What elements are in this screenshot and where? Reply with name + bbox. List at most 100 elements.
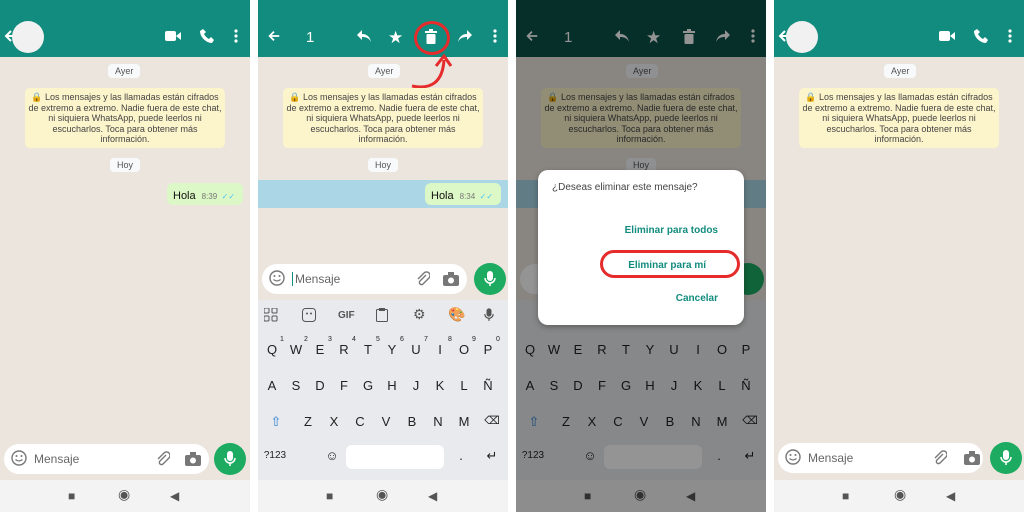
- gif-key[interactable]: GIF: [338, 310, 355, 321]
- key[interactable]: V: [376, 414, 396, 429]
- nav-back-icon[interactable]: ◀: [428, 489, 437, 503]
- key[interactable]: O: [454, 342, 474, 357]
- settings-icon[interactable]: ⚙: [413, 306, 426, 323]
- mic-button[interactable]: [990, 442, 1022, 474]
- screen-chat-initial: Ayer 🔒 Los mensajes y las llamadas están…: [0, 0, 250, 512]
- key[interactable]: X: [324, 414, 344, 429]
- key[interactable]: E: [310, 342, 330, 357]
- emoji-icon[interactable]: [269, 270, 285, 286]
- attach-icon[interactable]: [416, 271, 430, 287]
- key[interactable]: T: [358, 342, 378, 357]
- contact-avatar[interactable]: [12, 21, 44, 53]
- message-bubble[interactable]: Hola 8:34 ✓✓: [425, 183, 501, 205]
- key[interactable]: Q: [262, 342, 282, 357]
- nav-square-icon[interactable]: ■: [68, 489, 75, 503]
- nav-square-icon[interactable]: ■: [842, 489, 849, 503]
- enter-icon[interactable]: ↵: [482, 448, 502, 464]
- apps-icon[interactable]: [263, 307, 278, 325]
- phone-icon[interactable]: [974, 29, 988, 43]
- space-key[interactable]: [346, 445, 444, 469]
- highlight-arrow-icon: [408, 52, 458, 92]
- key[interactable]: C: [350, 414, 370, 429]
- key[interactable]: G: [358, 378, 378, 393]
- mic-button[interactable]: [474, 263, 506, 295]
- cancel-button[interactable]: Cancelar: [676, 293, 718, 304]
- mic-icon: [1000, 450, 1012, 466]
- camera-icon[interactable]: [185, 452, 201, 466]
- nav-circle-icon[interactable]: ◉: [118, 487, 130, 501]
- camera-icon[interactable]: [443, 272, 459, 286]
- forward-icon[interactable]: [458, 30, 472, 42]
- shift-icon[interactable]: ⇧: [266, 414, 286, 430]
- key[interactable]: A: [262, 378, 282, 393]
- input-placeholder: Mensaje: [808, 451, 854, 465]
- nav-back-icon[interactable]: ◀: [170, 489, 179, 503]
- key-digit: 0: [496, 336, 500, 343]
- encryption-notice[interactable]: 🔒 Los mensajes y las llamadas están cifr…: [25, 88, 225, 148]
- key[interactable]: L: [454, 378, 474, 393]
- emoji-icon[interactable]: [785, 449, 801, 465]
- key[interactable]: F: [334, 378, 354, 393]
- more-vert-icon[interactable]: [1008, 29, 1012, 43]
- chat-header: [0, 0, 250, 57]
- video-call-icon[interactable]: [165, 30, 181, 42]
- key[interactable]: P: [478, 342, 498, 357]
- backspace-icon[interactable]: ⌫: [482, 414, 502, 427]
- system-nav-bar: ■ ◉ ◀: [0, 480, 250, 512]
- more-vert-icon[interactable]: [493, 29, 497, 43]
- date-chip-today: Hoy: [110, 158, 141, 172]
- message-input[interactable]: Mensaje: [262, 264, 467, 294]
- key[interactable]: S: [286, 378, 306, 393]
- symbols-toggle-key[interactable]: ?123: [260, 450, 290, 461]
- date-chip-yesterday: Ayer: [368, 64, 401, 78]
- read-ticks: ✓✓: [479, 192, 494, 201]
- message-text: Hola: [173, 190, 196, 202]
- key[interactable]: M: [454, 414, 474, 429]
- camera-icon[interactable]: [964, 451, 980, 465]
- attach-icon[interactable]: [156, 451, 170, 467]
- keyboard-mic-icon[interactable]: [484, 308, 494, 325]
- key[interactable]: Ñ: [478, 378, 498, 393]
- key[interactable]: N: [428, 414, 448, 429]
- key[interactable]: U: [406, 342, 426, 357]
- key[interactable]: Z: [298, 414, 318, 429]
- contact-avatar[interactable]: [786, 21, 818, 53]
- message-input[interactable]: Mensaje: [4, 444, 209, 474]
- nav-back-icon[interactable]: ◀: [946, 489, 955, 503]
- key[interactable]: J: [406, 378, 426, 393]
- key[interactable]: R: [334, 342, 354, 357]
- key[interactable]: Y: [382, 342, 402, 357]
- clipboard-icon[interactable]: [376, 308, 388, 325]
- message-bubble[interactable]: Hola 8:39 ✓✓: [167, 183, 243, 205]
- delete-highlight-ring: [414, 21, 450, 55]
- attach-icon[interactable]: [933, 450, 947, 466]
- reply-icon[interactable]: [357, 30, 371, 42]
- key[interactable]: H: [382, 378, 402, 393]
- mic-button[interactable]: [214, 443, 246, 475]
- key[interactable]: B: [402, 414, 422, 429]
- key[interactable]: K: [430, 378, 450, 393]
- back-arrow-icon[interactable]: [267, 29, 281, 43]
- period-key[interactable]: .: [451, 448, 471, 463]
- emoji-icon[interactable]: [11, 450, 27, 466]
- delete-for-me-highlight-ring: [600, 250, 740, 278]
- input-placeholder: Mensaje: [292, 272, 340, 286]
- encryption-notice[interactable]: 🔒 Los mensajes y las llamadas están cifr…: [283, 88, 483, 148]
- message-input[interactable]: Mensaje: [778, 443, 983, 473]
- nav-circle-icon[interactable]: ◉: [376, 487, 388, 501]
- delete-for-all-button[interactable]: Eliminar para todos: [625, 225, 718, 236]
- key[interactable]: D: [310, 378, 330, 393]
- star-icon[interactable]: ★: [388, 28, 403, 48]
- date-chip-today: Hoy: [368, 158, 399, 172]
- key[interactable]: I: [430, 342, 450, 357]
- more-vert-icon[interactable]: [234, 29, 238, 43]
- encryption-notice[interactable]: 🔒 Los mensajes y las llamadas están cifr…: [799, 88, 999, 148]
- palette-icon[interactable]: 🎨: [448, 306, 465, 323]
- nav-square-icon[interactable]: ■: [326, 489, 333, 503]
- emoji-key-icon[interactable]: ☺: [322, 448, 342, 463]
- nav-circle-icon[interactable]: ◉: [894, 487, 906, 501]
- key[interactable]: W: [286, 342, 306, 357]
- video-call-icon[interactable]: [939, 30, 955, 42]
- phone-icon[interactable]: [200, 29, 214, 43]
- sticker-icon[interactable]: [302, 308, 316, 325]
